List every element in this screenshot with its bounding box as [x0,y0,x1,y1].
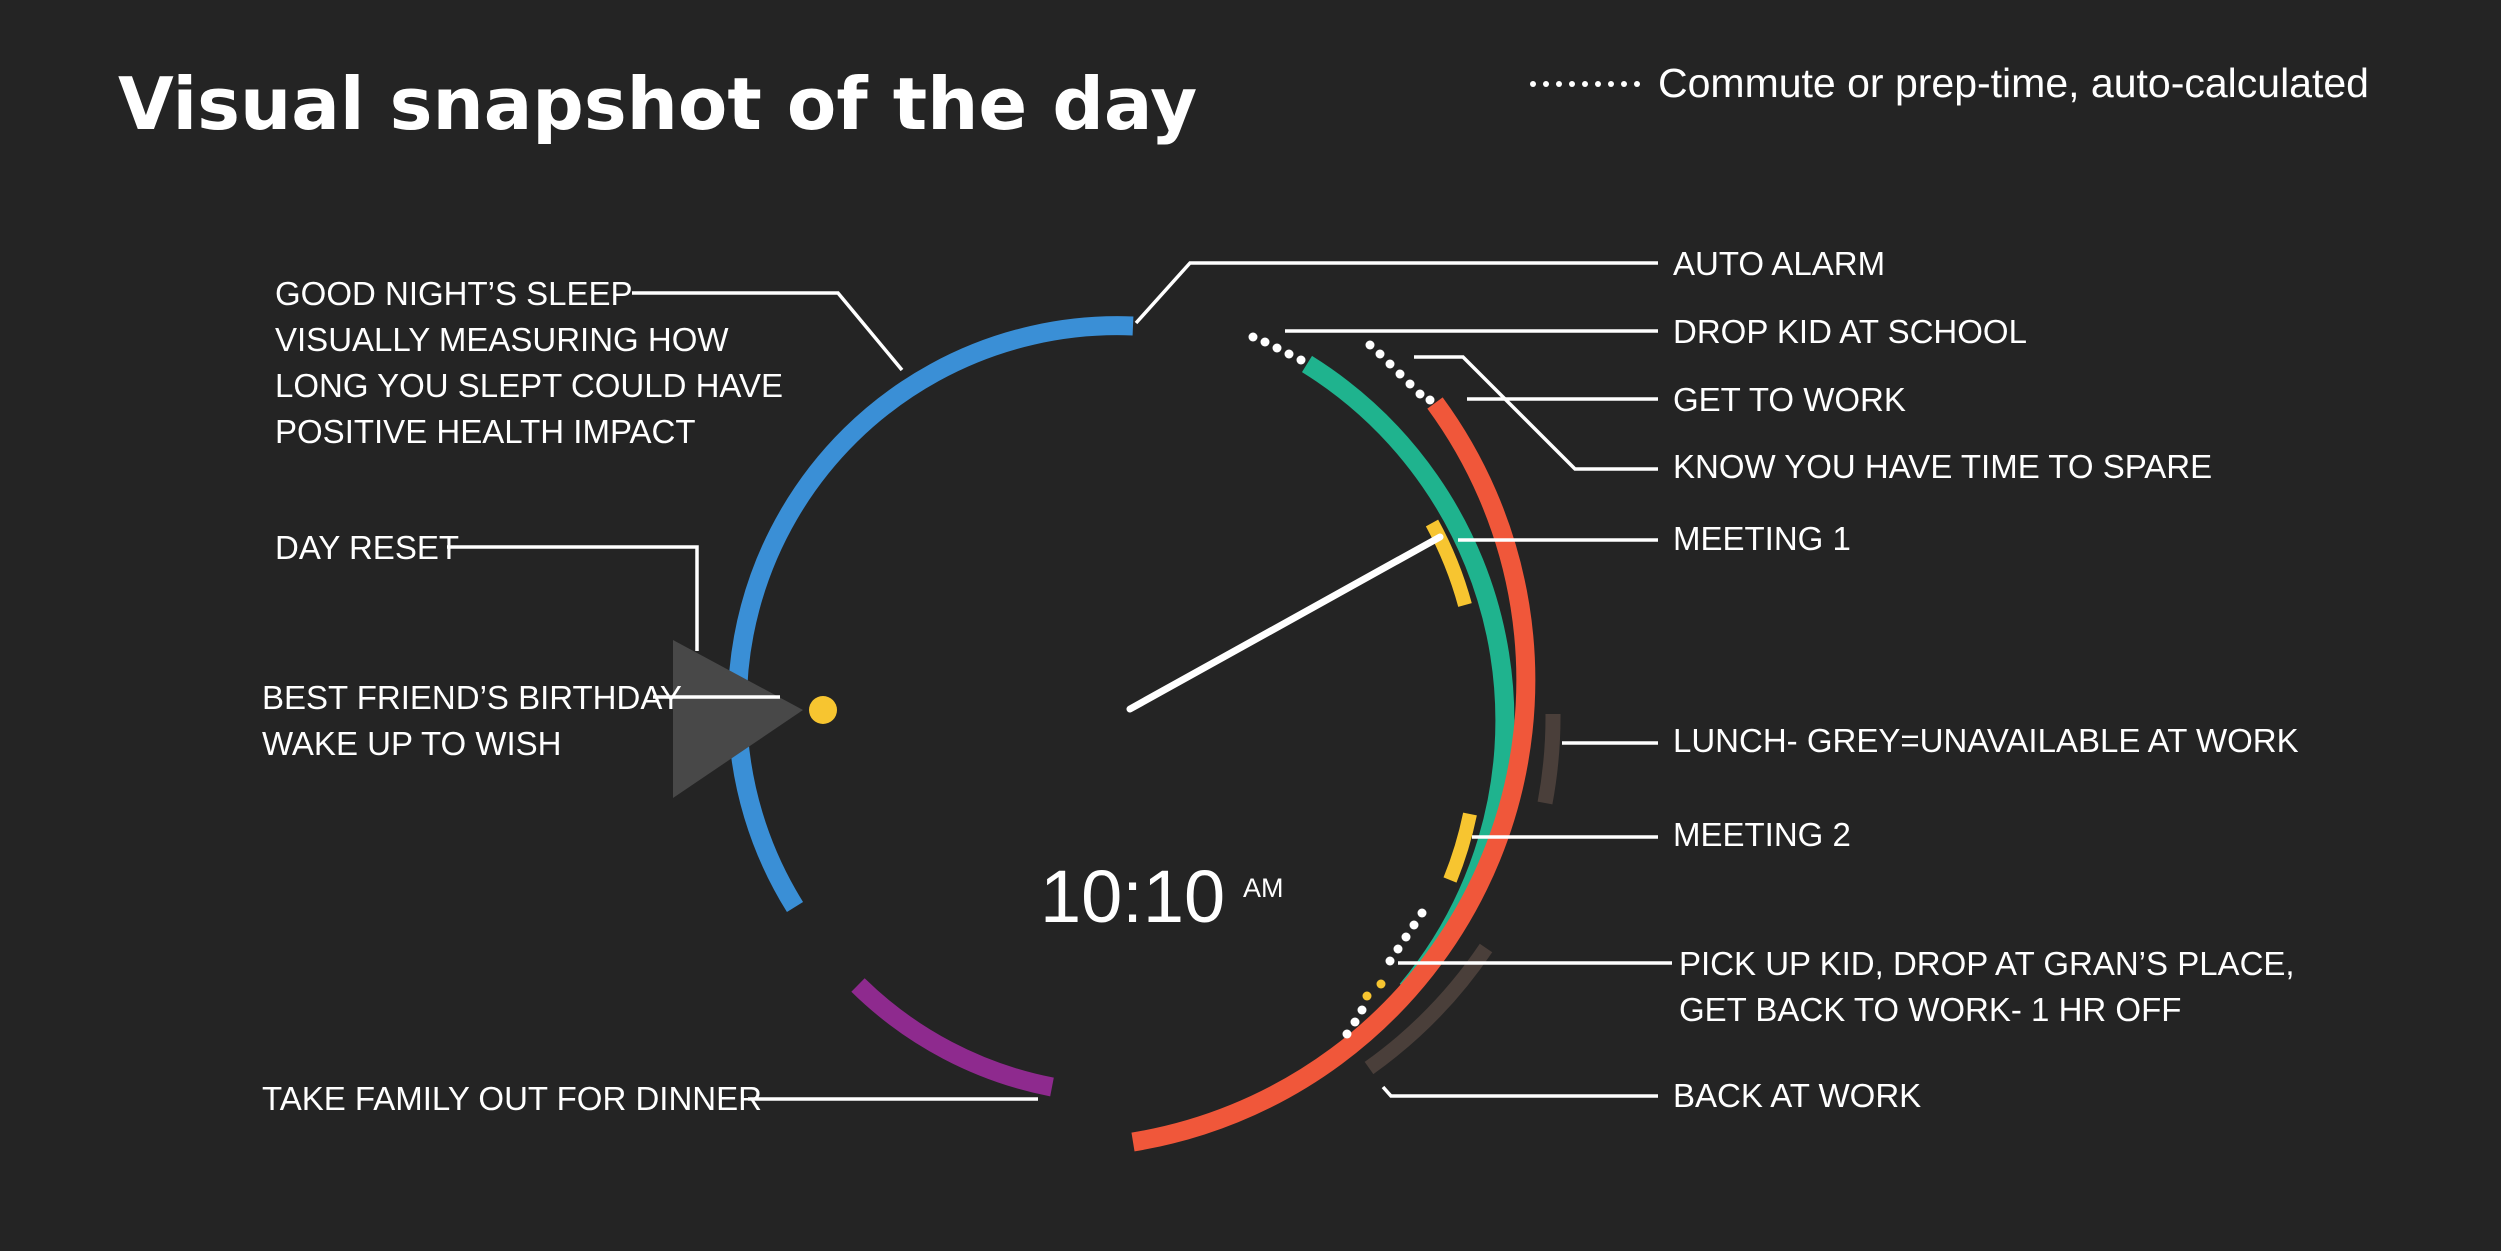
dinner-arc [851,978,1054,1097]
time-to-spare-label: KNOW YOU HAVE TIME TO SPARE [1673,448,2212,485]
day-clock-diagram: 10:10 AM GOOD NIGHT’S SLEEP VISUALLY MEA… [262,245,2299,1152]
birthday-label-line2: WAKE UP TO WISH [262,725,562,762]
sleep-label-line2: VISUALLY MEASURING HOW [275,321,729,358]
work-arc [1131,397,1536,1152]
sleep-label-line4: POSITIVE HEALTH IMPACT [275,413,696,450]
day-reset-label: DAY RESET [275,529,459,566]
clock-ampm: AM [1243,873,1284,903]
auto-alarm-label: AUTO ALARM [1673,245,1885,282]
sleep-label-line1: GOOD NIGHT’S SLEEP [275,275,633,312]
meeting2-arc [1443,812,1477,883]
drop-kid-label: DROP KID AT SCHOOL [1673,313,2027,350]
dinner-label: TAKE FAMILY OUT FOR DINNER [262,1080,762,1117]
clock-time: 10:10 [1040,855,1225,938]
birthday-dot [809,696,837,724]
lunch-label: LUNCH- GREY=UNAVAILABLE AT WORK [1673,722,2299,759]
pickup-label-line2: GET BACK TO WORK- 1 HR OFF [1679,991,2181,1028]
get-to-work-label: GET TO WORK [1673,381,1906,418]
meeting1-label: MEETING 1 [1673,520,1851,557]
pickup-label-line1: PICK UP KID, DROP AT GRAN’S PLACE, [1679,945,2295,982]
back-at-work-label: BACK AT WORK [1673,1077,1921,1114]
clock-hand [1126,533,1444,713]
sleep-label-line3: LONG YOU SLEPT COULD HAVE [275,367,783,404]
meeting2-label: MEETING 2 [1673,816,1851,853]
lunch-unavailable-arc [1537,713,1561,805]
sleep-arc [727,316,1134,913]
birthday-label-line1: BEST FRIEND’S BIRTHDAY [262,679,682,716]
